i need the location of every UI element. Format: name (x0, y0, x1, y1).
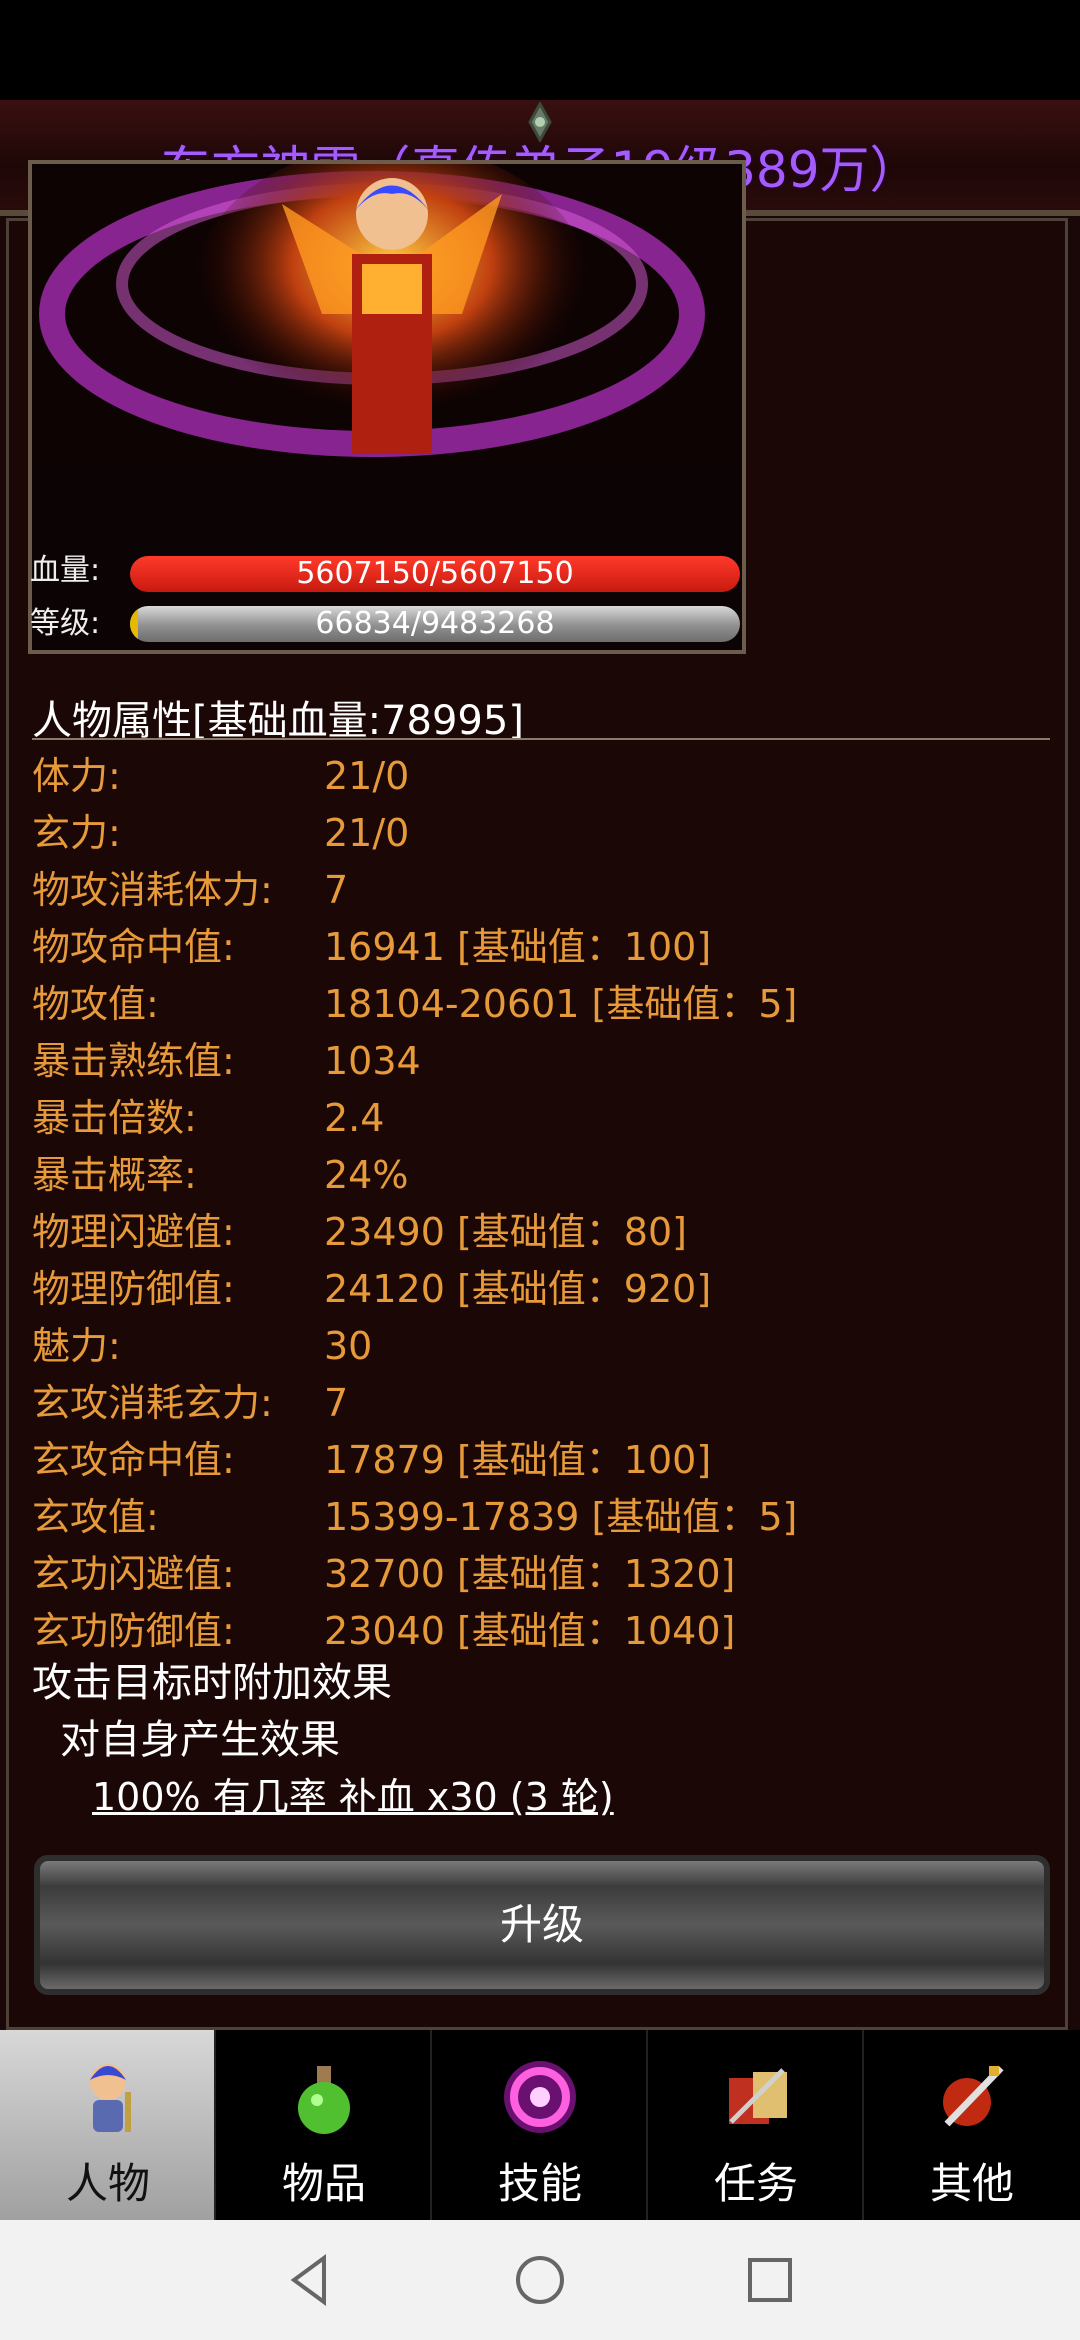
attribute-value: 17879 [基础值：100] (324, 1438, 712, 1482)
home-icon[interactable] (510, 2250, 570, 2310)
character-icon (90, 2064, 131, 2132)
tab-skills[interactable]: 技能 (432, 2030, 648, 2220)
attribute-value: 16941 [基础值：100] (324, 925, 712, 969)
potion-icon (298, 2066, 350, 2134)
attribute-value: 23490 [基础值：80] (324, 1210, 687, 1254)
tab-items-label: 物品 (281, 2159, 366, 2208)
attribute-label: 玄功闪避值: (32, 1552, 235, 1596)
attribute-label: 玄力: (32, 811, 121, 855)
attribute-value: 7 (324, 868, 349, 912)
effect-detail-link[interactable]: 100% 有几率 补血 x30 (3 轮) (92, 1769, 614, 1826)
level-bar-fill (130, 606, 138, 642)
effects-heading: 攻击目标时附加效果 (32, 1660, 392, 1706)
attribute-value: 32700 [基础值：1320] (324, 1552, 736, 1596)
tab-skills-label: 技能 (497, 2159, 582, 2208)
effects-self-heading: 对自身产生效果 (60, 1717, 340, 1763)
character-art-image (39, 164, 705, 457)
attribute-label: 物攻命中值: (32, 925, 235, 969)
skill-orb-icon (504, 2061, 576, 2133)
attribute-value: 21/0 (324, 754, 410, 798)
attribute-value: 24% (324, 1153, 409, 1197)
attribute-label: 物理防御值: (32, 1267, 235, 1311)
attribute-value: 15399-17839 [基础值：5] (324, 1495, 798, 1539)
attribute-label: 物攻消耗体力: (32, 868, 273, 912)
attribute-label: 暴击熟练值: (32, 1039, 235, 1083)
upgrade-button[interactable]: 升级 (34, 1855, 1050, 1995)
hp-bar-value: 5607150/5607150 (296, 556, 574, 591)
hp-bar-main: 5607150/5607150 (130, 556, 740, 592)
level-value: 66834/9483268 (315, 606, 555, 641)
attribute-value: 21/0 (324, 811, 410, 855)
attribute-value: 7 (324, 1381, 349, 1425)
attribute-label: 物理闪避值: (32, 1210, 235, 1254)
bottom-tab-bar: 人物 物品 技能 任务 其他 (0, 2030, 1080, 2220)
tab-other-label: 其他 (929, 2159, 1014, 2208)
attribute-value: 18104-20601 [基础值：5] (324, 982, 798, 1026)
system-nav-bar (0, 2220, 1080, 2340)
level-bar: 66834/9483268 (130, 606, 740, 642)
tab-quests[interactable]: 任务 (648, 2030, 864, 2220)
attribute-label: 物攻值: (32, 982, 159, 1026)
attribute-label: 暴击倍数: (32, 1096, 197, 1140)
back-icon[interactable] (280, 2250, 340, 2310)
attribute-label: 暴击概率: (32, 1153, 197, 1197)
attribute-value: 23040 [基础值：1040] (324, 1609, 736, 1653)
recents-icon[interactable] (740, 2250, 800, 2310)
attribute-value: 24120 [基础值：920] (324, 1267, 712, 1311)
attribute-value: 1034 (324, 1039, 421, 1083)
tab-character[interactable]: 人物 (0, 2030, 216, 2220)
attribute-label: 玄攻消耗玄力: (32, 1381, 273, 1425)
attribute-label: 玄功防御值: (32, 1609, 235, 1653)
level-label: 等级: (30, 606, 101, 641)
hp-label-text: 血量: (30, 553, 101, 588)
attributes-divider (32, 738, 1050, 740)
attribute-label: 玄攻命中值: (32, 1438, 235, 1482)
tab-items[interactable]: 物品 (216, 2030, 432, 2220)
attribute-label: 魅力: (32, 1324, 121, 1368)
attribute-label: 体力: (32, 754, 121, 798)
tab-other[interactable]: 其他 (864, 2030, 1080, 2220)
tab-character-label: 人物 (65, 2159, 150, 2208)
quest-scroll-icon (729, 2068, 787, 2124)
status-bar (0, 0, 1080, 100)
sword-shield-icon (943, 2065, 1004, 2127)
attribute-label: 玄攻值: (32, 1495, 159, 1539)
attribute-value: 2.4 (324, 1096, 385, 1140)
tab-quests-label: 任务 (713, 2159, 798, 2208)
attribute-value: 30 (324, 1324, 373, 1368)
character-art (32, 164, 742, 464)
